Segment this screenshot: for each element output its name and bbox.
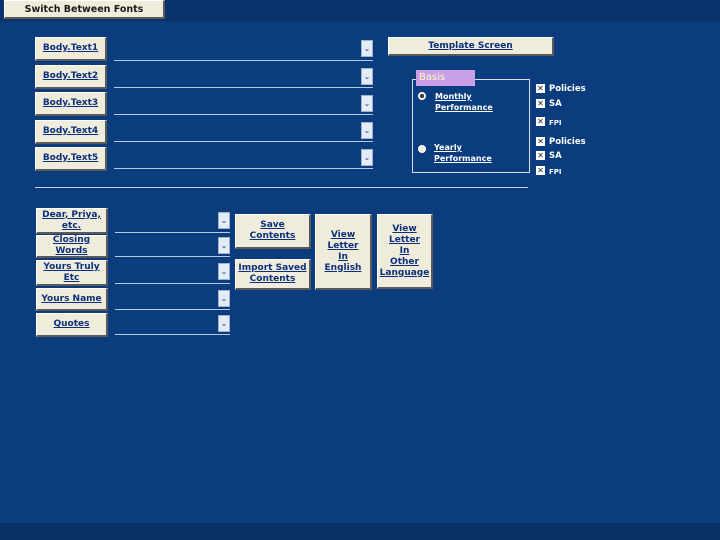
closing-words-dropdown-icon[interactable]: ⌄	[218, 237, 230, 254]
monthly-fpi-checkbox[interactable]: ✕	[536, 117, 545, 126]
body-text1-combo[interactable]	[114, 60, 373, 61]
body-text3-combo[interactable]	[114, 114, 373, 115]
view-letter-other-language-button[interactable]: View Letter In Other Language	[377, 214, 433, 289]
quotes-dropdown-icon[interactable]: ⌄	[218, 315, 230, 332]
monthly-fpi-label: FPI	[549, 119, 562, 127]
switch-fonts-button[interactable]: Switch Between Fonts	[4, 0, 165, 19]
yearly-performance-radio[interactable]	[418, 145, 426, 153]
yearly-sa-label: SA	[549, 151, 562, 161]
body-text2-dropdown-icon[interactable]: ⌄	[361, 68, 373, 85]
monthly-policies-checkbox[interactable]: ✕	[536, 84, 545, 93]
your-name-combo[interactable]	[115, 309, 230, 310]
save-contents-button[interactable]: Save Contents	[235, 214, 311, 249]
body-text2-button[interactable]: Body.Text2	[35, 65, 107, 89]
basis-label: Basis	[416, 70, 475, 86]
body-text4-button[interactable]: Body.Text4	[35, 120, 107, 144]
greeting-combo[interactable]	[115, 232, 230, 233]
bottom-bar	[0, 523, 720, 540]
monthly-sa-label: SA	[549, 99, 562, 109]
monthly-sa-checkbox[interactable]: ✕	[536, 99, 545, 108]
your-name-button[interactable]: Yours Name	[36, 288, 108, 311]
template-screen-button[interactable]: Template Screen	[388, 37, 554, 56]
yearly-fpi-checkbox[interactable]: ✕	[536, 166, 545, 175]
yearly-sa-checkbox[interactable]: ✕	[536, 151, 545, 160]
body-text3-button[interactable]: Body.Text3	[35, 92, 107, 116]
body-text1-button[interactable]: Body.Text1	[35, 37, 107, 61]
yearly-performance-label: Yearly Performance	[434, 143, 492, 163]
yours-truly-combo[interactable]	[115, 283, 230, 284]
body-text5-combo[interactable]	[114, 168, 373, 169]
your-name-dropdown-icon[interactable]: ⌄	[218, 290, 230, 307]
quotes-combo[interactable]	[115, 334, 230, 335]
yearly-policies-checkbox[interactable]: ✕	[536, 137, 545, 146]
yearly-fpi-label: FPI	[549, 168, 562, 176]
body-text1-dropdown-icon[interactable]: ⌄	[361, 40, 373, 57]
body-text3-dropdown-icon[interactable]: ⌄	[361, 95, 373, 112]
body-text2-combo[interactable]	[114, 87, 373, 88]
yearly-policies-label: Policies	[549, 137, 586, 147]
monthly-performance-radio[interactable]	[418, 92, 426, 100]
view-letter-english-button[interactable]: View Letter In English	[315, 214, 372, 290]
greeting-button[interactable]: Dear, Priya, etc.	[36, 208, 108, 234]
closing-words-button[interactable]: Closing Words	[36, 235, 108, 258]
yours-truly-dropdown-icon[interactable]: ⌄	[218, 263, 230, 280]
closing-words-combo[interactable]	[115, 256, 230, 257]
monthly-performance-label: Monthly Performance	[435, 92, 493, 112]
body-text5-dropdown-icon[interactable]: ⌄	[361, 149, 373, 166]
import-saved-contents-button[interactable]: Import Saved Contents	[235, 259, 311, 290]
quotes-button[interactable]: Quotes	[36, 313, 108, 337]
body-text5-button[interactable]: Body.Text5	[35, 147, 107, 171]
body-text4-dropdown-icon[interactable]: ⌄	[361, 122, 373, 139]
body-text4-combo[interactable]	[114, 141, 373, 142]
greeting-dropdown-icon[interactable]: ⌄	[218, 212, 230, 229]
monthly-policies-label: Policies	[549, 84, 586, 94]
section-divider	[35, 187, 528, 188]
yours-truly-button[interactable]: Yours Truly Etc	[36, 260, 108, 286]
